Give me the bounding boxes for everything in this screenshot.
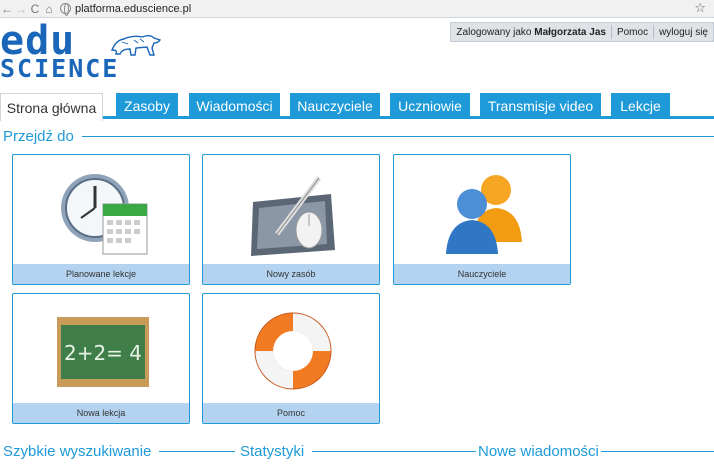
reload-icon[interactable]: C: [28, 2, 42, 16]
tablet-mouse-icon: [251, 176, 335, 256]
star-icon[interactable]: ☆: [694, 0, 706, 16]
clock-calendar-icon: [61, 174, 148, 255]
polar-bear-icon: [110, 35, 162, 56]
url-text[interactable]: platforma.eduscience.pl: [75, 3, 191, 15]
tile-help[interactable]: Pomoc: [202, 293, 380, 424]
home-icon[interactable]: ⌂: [42, 2, 56, 16]
tab-wiadomosci[interactable]: Wiadomości: [189, 93, 280, 119]
tile-new-resource[interactable]: Nowy zasób: [202, 154, 380, 285]
logged-in-info: Zalogowany jako Małgorzata Jas: [451, 27, 611, 38]
logo-science: SCIENCE: [0, 54, 120, 83]
tile-label: Nowy zasób: [203, 264, 379, 284]
globe-icon: [60, 3, 71, 16]
browser-toolbar: ← → C ⌂ platforma.eduscience.pl ☆: [0, 0, 714, 18]
section-goto-title: Przejdź do: [3, 127, 74, 145]
logout-link[interactable]: wyloguj się: [654, 27, 713, 38]
tile-label: Nauczyciele: [394, 264, 570, 284]
tile-teachers[interactable]: Nauczyciele: [393, 154, 571, 285]
tile-label: Nowa lekcja: [13, 403, 189, 423]
users-icon: [446, 175, 522, 254]
section-quick-search-title: Szybkie wyszukiwanie: [3, 442, 152, 460]
logo[interactable]: edu SCIENCE: [0, 18, 162, 83]
lifebuoy-icon: [254, 312, 332, 390]
chalkboard-icon: 2+2= 4: [57, 317, 149, 387]
tile-label: Planowane lekcje: [13, 264, 189, 284]
tile-new-lesson[interactable]: 2+2= 4 Nowa lekcja: [12, 293, 190, 424]
main-tabs: Strona główna Zasoby Wiadomości Nauczyci…: [0, 93, 714, 121]
section-new-messages-title: Nowe wiadomości: [476, 442, 601, 460]
tab-uczniowie[interactable]: Uczniowie: [390, 93, 470, 119]
tab-transmisje-video[interactable]: Transmisje video: [480, 93, 601, 119]
tab-strona-glowna[interactable]: Strona główna: [0, 93, 103, 121]
tab-zasoby[interactable]: Zasoby: [116, 93, 178, 119]
forward-arrow-icon[interactable]: →: [14, 2, 28, 16]
back-arrow-icon[interactable]: ←: [0, 2, 14, 16]
logged-prefix: Zalogowany jako: [456, 26, 532, 38]
help-link[interactable]: Pomoc: [612, 27, 653, 38]
section-quick-search: Szybkie wyszukiwanie: [3, 441, 235, 461]
tile-planned-lessons[interactable]: Planowane lekcje: [12, 154, 190, 285]
board-text: 2+2= 4: [64, 341, 142, 365]
tile-label: Pomoc: [203, 403, 379, 423]
user-bar: Zalogowany jako Małgorzata Jas Pomoc wyl…: [450, 22, 714, 42]
logo-edu: edu: [0, 18, 76, 64]
address-bar[interactable]: platforma.eduscience.pl: [60, 3, 191, 16]
user-name: Małgorzata Jas: [534, 26, 606, 38]
tab-lekcje[interactable]: Lekcje: [611, 93, 670, 119]
section-goto: Przejdź do: [3, 126, 714, 146]
tab-nauczyciele[interactable]: Nauczyciele: [290, 93, 380, 119]
section-stats-title: Statystyki: [240, 442, 305, 460]
section-new-messages: Nowe wiadomości: [476, 441, 714, 461]
